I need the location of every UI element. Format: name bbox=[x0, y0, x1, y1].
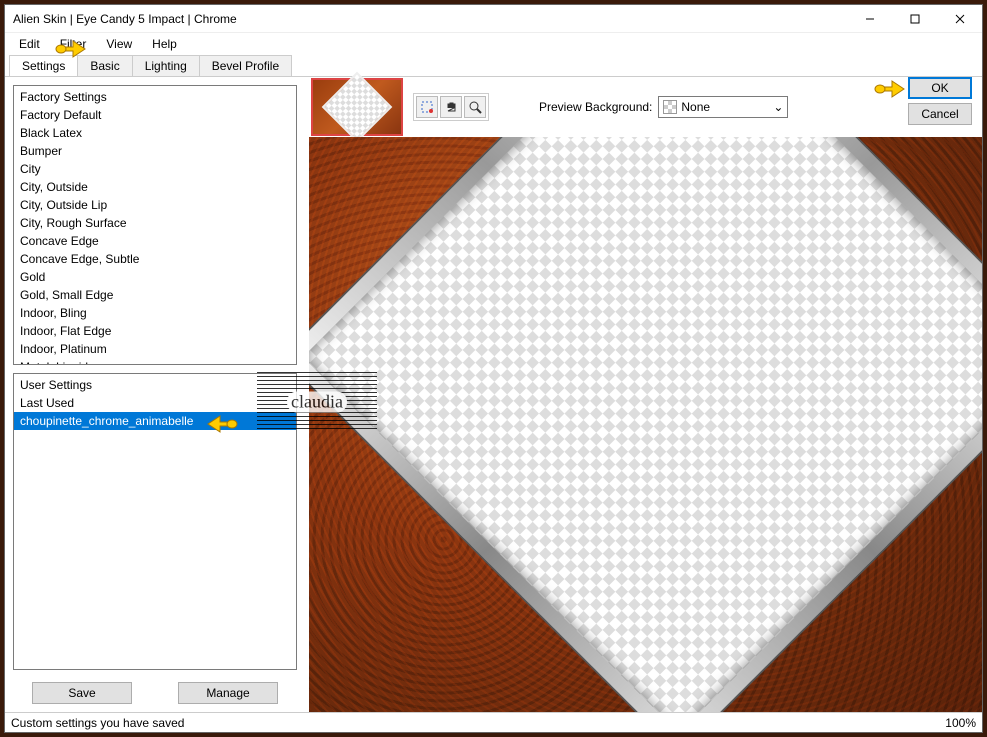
list-item[interactable]: City, Outside bbox=[14, 178, 296, 196]
list-item-selected[interactable]: choupinette_chrome_animabelle bbox=[14, 412, 296, 430]
tab-basic[interactable]: Basic bbox=[77, 55, 132, 76]
menu-help[interactable]: Help bbox=[142, 35, 187, 53]
preview-thumbnail[interactable] bbox=[311, 78, 403, 136]
maximize-button[interactable] bbox=[892, 5, 937, 33]
window-controls bbox=[847, 5, 982, 33]
manage-button[interactable]: Manage bbox=[178, 682, 278, 704]
list-item[interactable]: Indoor, Bling bbox=[14, 304, 296, 322]
list-item[interactable]: Indoor, Platinum bbox=[14, 340, 296, 358]
menu-view[interactable]: View bbox=[96, 35, 142, 53]
titlebar: Alien Skin | Eye Candy 5 Impact | Chrome bbox=[5, 5, 982, 33]
menu-edit[interactable]: Edit bbox=[9, 35, 50, 53]
preview-background-label: Preview Background: bbox=[539, 100, 652, 114]
list-item[interactable]: City, Rough Surface bbox=[14, 214, 296, 232]
list-item[interactable]: Black Latex bbox=[14, 124, 296, 142]
chevron-down-icon: ⌄ bbox=[773, 100, 783, 114]
list-item[interactable]: Concave Edge bbox=[14, 232, 296, 250]
preview-canvas[interactable] bbox=[309, 137, 982, 712]
list-item[interactable]: Factory Default bbox=[14, 106, 296, 124]
list-item[interactable]: Metal, Liquid bbox=[14, 358, 296, 365]
save-button[interactable]: Save bbox=[32, 682, 132, 704]
dialog-buttons: OK Cancel bbox=[908, 77, 972, 125]
user-settings-list[interactable]: User Settings Last Used choupinette_chro… bbox=[13, 373, 297, 670]
list-item[interactable]: Gold bbox=[14, 268, 296, 286]
tabbar: Settings Basic Lighting Bevel Profile bbox=[5, 55, 982, 77]
transparency-swatch-icon bbox=[663, 100, 677, 114]
list-item[interactable]: Bumper bbox=[14, 142, 296, 160]
tab-bevel-profile[interactable]: Bevel Profile bbox=[199, 55, 292, 76]
factory-settings-list[interactable]: Factory Settings Factory Default Black L… bbox=[13, 85, 297, 365]
factory-settings-header: Factory Settings bbox=[14, 88, 296, 106]
marquee-tool-icon[interactable] bbox=[416, 96, 438, 118]
minimize-button[interactable] bbox=[847, 5, 892, 33]
user-settings-header: User Settings bbox=[14, 376, 296, 394]
zoom-level: 100% bbox=[945, 716, 976, 730]
button-row: Save Manage bbox=[13, 678, 297, 708]
menu-filter[interactable]: Filter bbox=[50, 35, 97, 53]
statusbar: Custom settings you have saved 100% bbox=[5, 712, 982, 732]
list-item[interactable]: City bbox=[14, 160, 296, 178]
preview-background-value: None bbox=[681, 100, 710, 114]
tool-icons bbox=[413, 93, 489, 121]
right-panel: Preview Background: None ⌄ OK Cancel bbox=[305, 77, 982, 712]
preview-toolbar: Preview Background: None ⌄ OK Cancel bbox=[305, 77, 982, 137]
close-button[interactable] bbox=[937, 5, 982, 33]
thumbnail-diamond-icon bbox=[322, 72, 393, 143]
ok-button[interactable]: OK bbox=[908, 77, 972, 99]
status-text: Custom settings you have saved bbox=[11, 716, 184, 730]
left-panel: Factory Settings Factory Default Black L… bbox=[5, 77, 305, 712]
cancel-button[interactable]: Cancel bbox=[908, 103, 972, 125]
tab-lighting[interactable]: Lighting bbox=[132, 55, 200, 76]
annotation-pointer-icon bbox=[874, 75, 906, 99]
menubar: Edit Filter View Help bbox=[5, 33, 982, 55]
hand-tool-icon[interactable] bbox=[440, 96, 462, 118]
preview-background-row: Preview Background: None ⌄ bbox=[539, 96, 788, 118]
list-item[interactable]: City, Outside Lip bbox=[14, 196, 296, 214]
list-item[interactable]: Last Used bbox=[14, 394, 296, 412]
body-area: Factory Settings Factory Default Black L… bbox=[5, 77, 982, 712]
tab-settings[interactable]: Settings bbox=[9, 55, 78, 76]
preview-background-select[interactable]: None ⌄ bbox=[658, 96, 788, 118]
app-window: Alien Skin | Eye Candy 5 Impact | Chrome… bbox=[4, 4, 983, 733]
window-title: Alien Skin | Eye Candy 5 Impact | Chrome bbox=[13, 12, 847, 26]
list-item[interactable]: Indoor, Flat Edge bbox=[14, 322, 296, 340]
list-item[interactable]: Gold, Small Edge bbox=[14, 286, 296, 304]
list-item[interactable]: Concave Edge, Subtle bbox=[14, 250, 296, 268]
preview-diamond-frame bbox=[309, 137, 982, 712]
zoom-tool-icon[interactable] bbox=[464, 96, 486, 118]
